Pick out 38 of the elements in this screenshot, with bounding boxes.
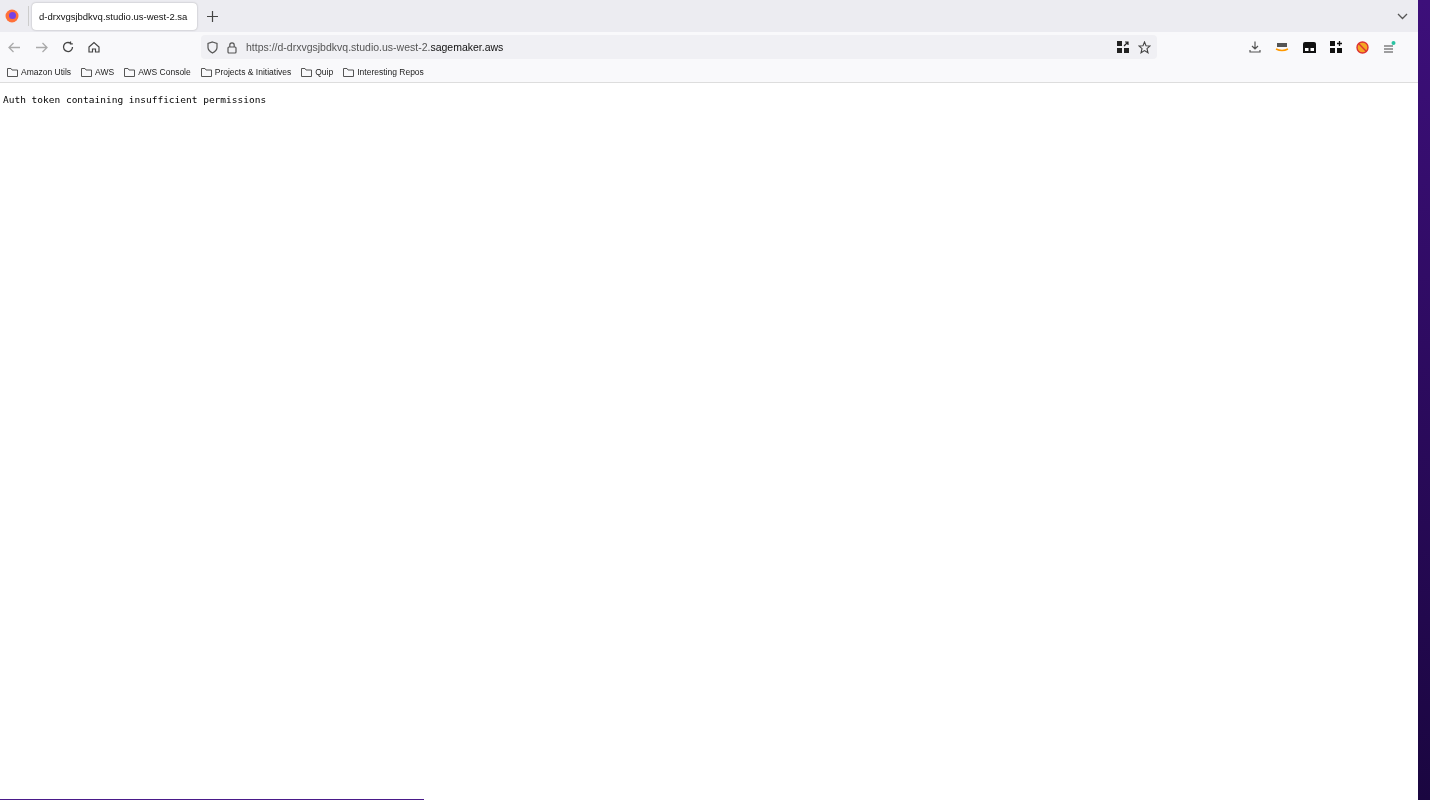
folder-icon — [343, 67, 355, 77]
new-tab-icon[interactable] — [207, 10, 218, 22]
address-bar[interactable]: https://d-drxvgsjbdkvq.studio.us-west-2.sagemaker.aws — [201, 35, 1157, 59]
bookmark-folder[interactable]: Quip — [301, 67, 334, 77]
smile-icon[interactable] — [1275, 42, 1289, 52]
folder-icon — [200, 67, 212, 77]
qr-code-icon[interactable] — [1117, 41, 1129, 53]
menu-icon[interactable] — [1383, 41, 1396, 53]
download-icon[interactable] — [1249, 41, 1261, 53]
bookmark-label: Amazon Utils — [21, 67, 72, 77]
reload-icon[interactable] — [62, 41, 74, 53]
blocked-icon[interactable] — [1356, 40, 1369, 54]
bookmark-folder[interactable]: Interesting Repos — [343, 67, 424, 77]
bookmark-label: AWS Console — [138, 67, 191, 77]
folder-icon — [301, 67, 313, 77]
apps-icon[interactable] — [1330, 41, 1342, 53]
bookmark-folder[interactable]: AWS — [81, 67, 115, 77]
bookmark-folder[interactable]: Amazon Utils — [7, 67, 72, 77]
folder-icon — [124, 67, 136, 77]
bookmark-label: Projects & Initiatives — [214, 67, 292, 77]
chevron-down-icon[interactable] — [1397, 12, 1408, 20]
shield-icon[interactable] — [207, 40, 218, 54]
folder-icon — [7, 67, 18, 77]
bookmark-label: Quip — [315, 67, 334, 77]
home-icon[interactable] — [88, 41, 100, 53]
url-text: https://d-drxvgsjbdkvq.studio.us-west-2.sagemaker.aws — [246, 41, 504, 53]
browser-logo-icon — [5, 9, 19, 23]
folder-icon — [81, 67, 93, 77]
lock-icon[interactable] — [227, 40, 237, 54]
extension-icon[interactable] — [1303, 41, 1316, 53]
bookmark-folder[interactable]: AWS Console — [124, 67, 191, 77]
tab-title: d-drxvgsjbdkvq.studio.us-west-2.sa — [39, 10, 188, 22]
browser-tab[interactable]: d-drxvgsjbdkvq.studio.us-west-2.sa — [32, 2, 197, 30]
bookmark-label: AWS — [95, 67, 115, 77]
error-message: Auth token containing insufficient permissions — [3, 94, 267, 105]
bookmark-folder[interactable]: Projects & Initiatives — [200, 67, 292, 77]
bookmark-label: Interesting Repos — [357, 67, 424, 77]
star-icon[interactable] — [1138, 40, 1151, 54]
